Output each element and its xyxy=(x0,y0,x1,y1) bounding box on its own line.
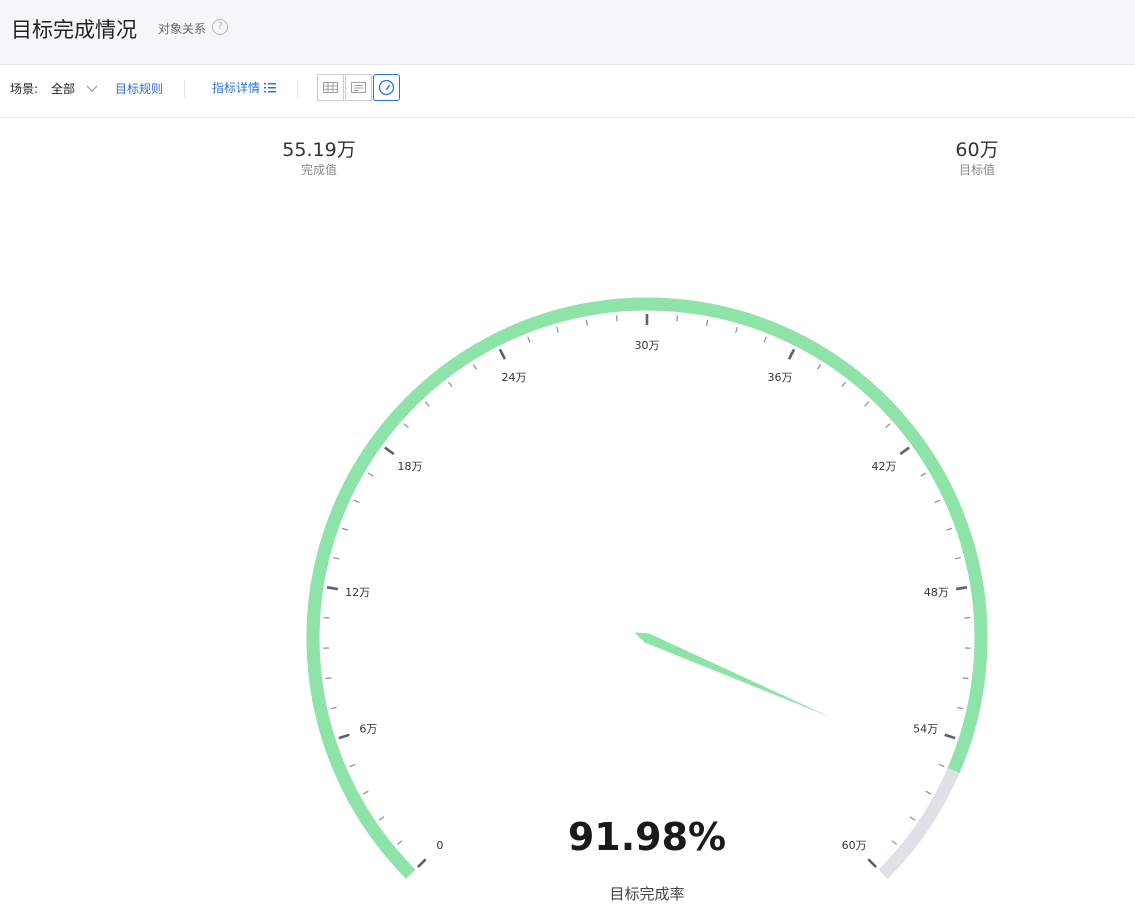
gauge-minor-tick xyxy=(527,336,531,343)
gauge-minor-tick xyxy=(816,364,822,370)
gauge-tick-label: 6万 xyxy=(359,723,377,736)
gauge-minor-tick xyxy=(447,381,453,388)
gauge-minor-tick xyxy=(341,527,349,531)
gauge-minor-tick xyxy=(920,472,927,477)
gauge-tick-label: 48万 xyxy=(924,586,949,599)
gauge-minor-tick xyxy=(367,472,374,477)
gauge-minor-tick xyxy=(864,401,870,407)
gauge-minor-tick xyxy=(938,763,945,768)
gauge-major-tick xyxy=(944,733,956,740)
gauge-minor-tick xyxy=(925,790,932,795)
gauge-tick-label: 54万 xyxy=(913,723,938,736)
gauge-minor-tick xyxy=(954,556,961,560)
gauge-tick-label: 12万 xyxy=(345,586,370,599)
gauge-minor-tick xyxy=(349,763,356,768)
gauge-minor-tick xyxy=(957,706,964,710)
gauge-minor-tick xyxy=(362,790,369,795)
completion-percent-label: 目标完成率 xyxy=(609,885,685,903)
gauge-minor-tick xyxy=(378,816,385,821)
gauge-progress-arc xyxy=(306,297,988,879)
gauge-minor-tick xyxy=(763,336,767,343)
gauge-minor-tick xyxy=(330,706,337,710)
gauge-minor-tick xyxy=(333,556,340,560)
gauge-major-tick xyxy=(416,858,427,869)
gauge-chart: 0 6万 12万 18万 24万 30万 36万 42万 48万 54万 60万 xyxy=(306,297,988,879)
gauge-minor-tick xyxy=(403,423,409,429)
gauge-tick-label: 0 xyxy=(436,839,443,852)
gauge-minor-tick xyxy=(945,527,953,531)
gauge-major-tick xyxy=(867,858,878,869)
gauge-minor-tick xyxy=(841,381,847,388)
gauge-minor-tick xyxy=(585,319,589,326)
gauge-tick-label: 18万 xyxy=(397,460,422,473)
gauge-minor-tick xyxy=(615,315,618,322)
gauge-tick-label: 24万 xyxy=(501,371,526,384)
gauge-major-tick xyxy=(338,733,350,740)
gauge-needle xyxy=(634,632,831,718)
gauge-tick-label: 30万 xyxy=(635,339,660,352)
gauge-minor-tick xyxy=(735,326,738,333)
gauge-tick-label: 60万 xyxy=(842,839,867,852)
gauge-tick-label: 36万 xyxy=(768,371,793,384)
gauge-major-tick xyxy=(787,348,796,360)
gauge-major-tick xyxy=(899,446,910,456)
gauge-minor-tick xyxy=(424,401,430,407)
gauge-major-tick xyxy=(498,348,507,360)
gauge-minor-tick xyxy=(891,840,898,845)
gauge-minor-tick xyxy=(962,677,969,680)
gauge-tick-label: 42万 xyxy=(872,460,897,473)
gauge-minor-tick xyxy=(885,423,891,429)
gauge-minor-tick xyxy=(396,840,403,845)
completion-percent: 91.98% xyxy=(567,815,727,859)
gauge-minor-tick xyxy=(909,816,916,821)
gauge-minor-tick xyxy=(676,315,679,322)
gauge-major-tick xyxy=(384,446,395,456)
gauge-track xyxy=(306,297,988,879)
gauge-minor-tick xyxy=(934,499,941,504)
gauge-major-tick xyxy=(955,586,968,591)
gauge-minor-tick xyxy=(556,326,559,333)
gauge-minor-tick xyxy=(353,499,360,504)
gauge-minor-tick xyxy=(705,319,709,326)
gauge-major-tick xyxy=(326,586,339,591)
gauge-minor-tick xyxy=(325,677,332,680)
gauge-minor-tick xyxy=(472,364,478,370)
